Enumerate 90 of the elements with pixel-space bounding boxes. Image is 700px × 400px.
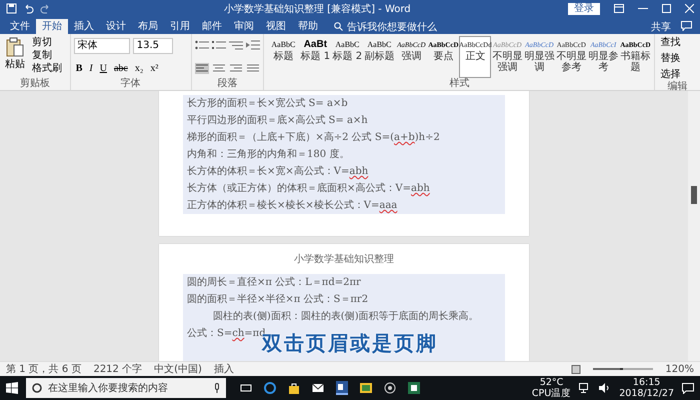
group-label: 段落 <box>216 78 239 90</box>
ribbon-tab[interactable]: 引用 <box>164 19 196 34</box>
close-icon[interactable] <box>685 4 694 13</box>
mail-icon[interactable] <box>312 383 324 393</box>
comment-icon[interactable] <box>681 21 692 31</box>
input-mode: 插入 <box>214 362 234 376</box>
clock-time: 16:15 <box>632 377 660 388</box>
format-button[interactable]: B <box>74 62 84 76</box>
multilevel-list-icon[interactable] <box>228 40 243 52</box>
word-count: 2212 个字 <box>93 362 142 376</box>
numbering-icon[interactable] <box>212 40 226 52</box>
document-line: 圆的面积＝半径×半径×π 公式：S＝πr2 <box>187 292 370 307</box>
align-left-icon[interactable] <box>194 62 209 74</box>
group-label: 字体 <box>120 78 142 90</box>
align-right-icon[interactable] <box>228 62 243 74</box>
windows-logo-icon[interactable] <box>6 382 18 394</box>
photos-icon[interactable] <box>360 382 372 394</box>
ribbon-tab[interactable]: 邮件 <box>196 19 228 34</box>
clipboard-icon <box>6 37 24 57</box>
shopping-bag-icon[interactable] <box>288 382 300 394</box>
font-name-field[interactable]: 宋体 <box>74 38 130 54</box>
circle-icon <box>32 383 42 393</box>
clipboard-action[interactable]: 复制 <box>30 49 64 62</box>
task-view-icon[interactable] <box>240 383 252 393</box>
search-icon <box>334 22 343 31</box>
justify-icon[interactable] <box>246 62 260 74</box>
taskbar-search-field[interactable]: 在这里输入你要搜索的内容 <box>26 378 226 398</box>
page-count: 第 1 页，共 6 页 <box>6 362 82 376</box>
browser-icon[interactable] <box>264 382 276 394</box>
login-button[interactable]: 登录 <box>568 2 600 14</box>
ribbon-tab[interactable]: 视图 <box>260 19 292 34</box>
zoom-level: 120% <box>665 364 694 374</box>
ribbon-tab[interactable]: 开始 <box>36 19 68 34</box>
ribbon-tab[interactable]: 审阅 <box>228 19 260 34</box>
document-line: 平行四边形的面积＝底×高公式 S= a×h <box>187 114 369 128</box>
indent-icon[interactable] <box>246 40 260 52</box>
clipboard-action[interactable]: 剪切 <box>30 36 64 49</box>
ribbon-tab[interactable]: 帮助 <box>292 19 324 34</box>
style-item[interactable]: AaBt 标题 1 <box>299 36 332 78</box>
format-button[interactable]: abc <box>112 62 130 76</box>
maximize-icon[interactable] <box>662 4 671 13</box>
save-icon[interactable] <box>6 3 17 14</box>
group-label: 编辑 <box>666 81 689 93</box>
format-button[interactable]: x₂ <box>132 62 146 76</box>
group-label: 样式 <box>448 78 470 90</box>
style-item[interactable]: AaBbC 副标题 <box>363 36 396 78</box>
microphone-icon[interactable] <box>214 383 220 393</box>
document-line: 长方体（或正方体）的体积＝底面积×高公式：V=abh <box>187 182 431 196</box>
share-button[interactable]: 共享 <box>645 19 677 34</box>
editing-action[interactable]: 查找 <box>658 36 697 49</box>
style-item[interactable]: AaBbC 标题 2 <box>331 36 364 78</box>
page-header: 小学数学基础知识整理 <box>294 252 394 266</box>
document-line: 长方形的面积＝长×宽公式 S= a×b <box>187 96 349 111</box>
editing-action[interactable]: 选择 <box>658 68 697 81</box>
group-label: 剪贴板 <box>18 78 51 90</box>
format-button[interactable]: I <box>87 62 95 76</box>
notification-icon[interactable] <box>682 382 694 394</box>
document-line: 圆柱的表(侧)面积：圆柱的表(侧)面积等于底面的周长乘高。 <box>212 310 480 324</box>
editing-action[interactable]: 替换 <box>658 52 697 65</box>
print-layout-icon[interactable] <box>571 364 582 374</box>
document-line: 圆的周长＝直径×π 公式：L＝πd=2πr <box>187 276 362 290</box>
tell-me-search[interactable]: 告诉我你想要做什么 <box>334 19 437 34</box>
temperature-label: CPU温度 <box>532 388 572 399</box>
ribbon-tab[interactable]: 布局 <box>132 19 164 34</box>
format-button[interactable]: x² <box>148 62 160 76</box>
document-line: 正方体的体积＝棱长×棱长×棱长公式：V=aaa <box>187 198 398 213</box>
temperature-reading: 52°C <box>540 377 564 388</box>
clipboard-action[interactable]: 格式刷 <box>30 62 64 75</box>
format-button[interactable]: U <box>98 62 109 76</box>
document-line: 内角和：三角形的内角和＝180 度。 <box>187 148 350 162</box>
window-title: 小学数学基础知识整理 [兼容模式] - Word <box>224 2 412 16</box>
speaker-icon[interactable] <box>599 383 612 393</box>
redo-icon[interactable] <box>40 3 51 14</box>
undo-icon[interactable] <box>23 3 34 14</box>
ribbon-display-icon[interactable] <box>614 4 624 13</box>
style-item[interactable]: AaBbC 标题 <box>267 36 300 78</box>
document-line: 梯形的面积＝（上底+下底）×高÷2 公式 S=(a+b)h÷2 <box>187 130 441 145</box>
ribbon-tab[interactable]: 文件 <box>4 19 36 34</box>
ribbon-tab[interactable]: 设计 <box>100 19 132 34</box>
spreadsheet-app-icon[interactable] <box>408 382 420 394</box>
vertical-scrollbar[interactable] <box>688 91 700 361</box>
paste-button[interactable]: 粘贴 <box>3 36 27 78</box>
language-status: 中文(中国) <box>154 362 202 376</box>
font-size-field[interactable]: 13.5 <box>132 38 173 54</box>
ribbon-tab[interactable]: 插入 <box>68 19 100 34</box>
document-line: 长方体的体积＝长×宽×高公式：V=abh <box>187 164 370 179</box>
align-center-icon[interactable] <box>212 62 226 74</box>
clock-date: 2018/12/27 <box>619 388 674 399</box>
bullets-icon[interactable] <box>194 40 209 52</box>
word-app-icon[interactable] <box>336 381 348 395</box>
